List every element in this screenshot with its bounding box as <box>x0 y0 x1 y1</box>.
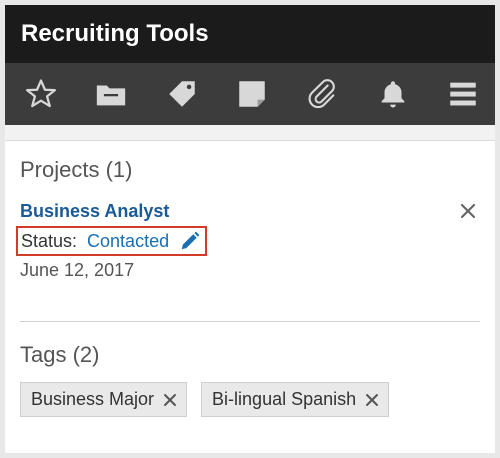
remove-tag-close-icon[interactable] <box>162 392 178 408</box>
attachments-button[interactable] <box>304 76 340 112</box>
remove-tag-close-icon[interactable] <box>364 392 380 408</box>
toolbar <box>5 63 495 125</box>
recruiting-tools-panel: Recruiting Tools Projects (1) Business A… <box>5 5 495 453</box>
project-date: June 12, 2017 <box>20 260 135 280</box>
content-separator <box>5 125 495 141</box>
reminders-button[interactable] <box>375 76 411 112</box>
tags-heading: Tags (2) <box>20 342 100 367</box>
tag-chip: Bi-lingual Spanish <box>201 382 390 417</box>
star-button[interactable] <box>23 76 59 112</box>
notes-button[interactable] <box>234 76 270 112</box>
content-panel: Projects (1) Business Analyst Status: Co… <box>5 157 495 417</box>
note-icon <box>239 81 265 107</box>
tag-icon <box>168 81 195 107</box>
section-divider <box>20 321 480 322</box>
edit-pencil-icon[interactable] <box>179 230 201 252</box>
tags-list: Business Major Bi-lingual Spanish <box>20 382 480 417</box>
tag-label: Business Major <box>31 389 155 409</box>
tags-button[interactable] <box>164 76 200 112</box>
projects-folder-button[interactable] <box>93 76 129 112</box>
menu-icon <box>450 82 476 106</box>
bell-icon <box>381 81 404 108</box>
paperclip-icon <box>308 79 336 109</box>
status-value-link[interactable]: Contacted <box>87 231 169 252</box>
menu-button[interactable] <box>445 76 481 112</box>
star-icon <box>25 79 57 108</box>
app-title: Recruiting Tools <box>21 20 209 47</box>
project-title-link[interactable]: Business Analyst <box>20 201 169 222</box>
tag-label: Bi-lingual Spanish <box>212 389 357 409</box>
folder-icon <box>97 85 126 106</box>
remove-project-close-icon[interactable] <box>458 201 478 221</box>
status-row: Status: Contacted <box>16 226 208 256</box>
tag-chip: Business Major <box>20 382 188 417</box>
project-item: Business Analyst Status: Contacted June … <box>16 201 480 281</box>
title-bar: Recruiting Tools <box>5 5 495 63</box>
projects-heading: Projects (1) <box>20 157 133 182</box>
status-label: Status: <box>21 230 78 251</box>
